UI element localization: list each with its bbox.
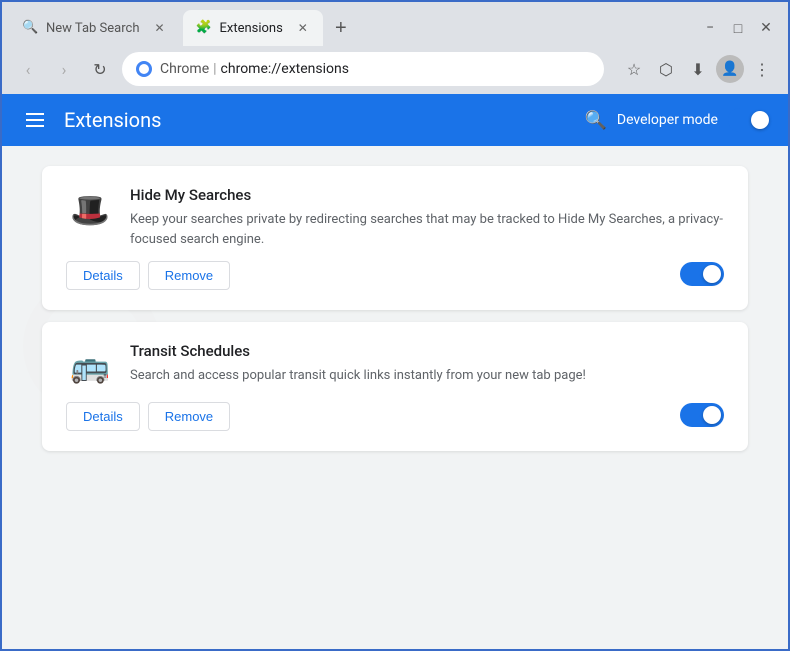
tab-new-tab-search[interactable]: 🔍 New Tab Search ✕ [10,10,179,46]
bookmark-icon[interactable]: ☆ [620,55,648,83]
page-content: RISH.COM 🎩 Hide My Searches Keep your se… [2,146,788,649]
url-favicon [136,61,152,77]
ext-info-1: Hide My Searches Keep your searches priv… [130,186,724,249]
ext-details-button-2[interactable]: Details [66,402,140,431]
ext-top-2: 🚌 Transit Schedules Search and access po… [66,342,724,390]
ext-desc-1: Keep your searches private by redirectin… [130,210,724,249]
tab-2-close[interactable]: ✕ [295,20,311,36]
browser-window: 🔍 New Tab Search ✕ 🧩 Extensions ✕ + − □ … [0,0,790,651]
ext-details-button-1[interactable]: Details [66,261,140,290]
hamburger-line-1 [26,113,44,115]
address-bar: ‹ › ↻ Chrome | chrome://extensions ☆ ⬡ ⬇… [2,46,788,94]
extension-card-hide-my-searches: 🎩 Hide My Searches Keep your searches pr… [42,166,748,310]
tab-extensions[interactable]: 🧩 Extensions ✕ [183,10,322,46]
extensions-page-title: Extensions [64,108,584,132]
developer-mode-label: Developer mode [617,112,718,128]
extensions-header: Extensions 🔍 Developer mode [2,94,788,146]
url-path: chrome://extensions [221,61,349,77]
ext-remove-button-2[interactable]: Remove [148,402,230,431]
ext-toggle-area-2 [680,403,724,431]
url-domain: Chrome [160,61,209,77]
developer-mode-toggle[interactable] [728,108,772,132]
ext-toggle-area-1 [680,262,724,290]
extensions-list: 🎩 Hide My Searches Keep your searches pr… [2,146,788,471]
tab-1-label: New Tab Search [46,21,139,36]
ext-icon-hat: 🎩 [66,186,114,234]
hamburger-line-3 [26,125,44,127]
profile-avatar[interactable]: 👤 [716,55,744,83]
forward-button[interactable]: › [50,55,78,83]
ext-actions-2: Details Remove [66,402,724,431]
menu-icon[interactable]: ⋮ [748,55,776,83]
url-input[interactable]: Chrome | chrome://extensions [122,52,604,86]
hamburger-menu-button[interactable] [18,105,52,135]
url-separator: | [213,61,216,77]
download-icon[interactable]: ⬇ [684,55,712,83]
minimize-button[interactable]: − [700,18,720,38]
reload-button[interactable]: ↻ [86,55,114,83]
toggle-knob [751,111,769,129]
back-button[interactable]: ‹ [14,55,42,83]
tab-2-label: Extensions [219,21,282,36]
title-bar: 🔍 New Tab Search ✕ 🧩 Extensions ✕ + − □ … [2,2,788,46]
ext-enable-toggle-1[interactable] [680,262,724,286]
ext-info-2: Transit Schedules Search and access popu… [130,342,724,386]
extensions-search-icon[interactable]: 🔍 [584,110,606,131]
ext-enable-toggle-2[interactable] [680,403,724,427]
close-button[interactable]: ✕ [756,18,776,38]
developer-mode-area: 🔍 Developer mode [584,108,772,132]
extension-card-transit-schedules: 🚌 Transit Schedules Search and access po… [42,322,748,451]
ext-remove-button-1[interactable]: Remove [148,261,230,290]
tab-extensions-icon: 🧩 [195,20,211,36]
address-actions: ☆ ⬡ ⬇ 👤 ⋮ [620,55,776,83]
new-tab-button[interactable]: + [327,14,355,42]
ext-top-1: 🎩 Hide My Searches Keep your searches pr… [66,186,724,249]
window-controls: − □ ✕ [700,18,780,38]
toggle-knob-2 [703,406,721,424]
ext-name-1: Hide My Searches [130,186,724,204]
url-text: Chrome | chrome://extensions [160,61,349,77]
hamburger-line-2 [26,119,44,121]
ext-actions-1: Details Remove [66,261,724,290]
tab-search-icon: 🔍 [22,20,38,36]
maximize-button[interactable]: □ [728,18,748,38]
toggle-knob-1 [703,265,721,283]
tab-1-close[interactable]: ✕ [151,20,167,36]
extension-icon[interactable]: ⬡ [652,55,680,83]
ext-desc-2: Search and access popular transit quick … [130,366,724,386]
ext-name-2: Transit Schedules [130,342,724,360]
ext-icon-bus: 🚌 [66,342,114,390]
